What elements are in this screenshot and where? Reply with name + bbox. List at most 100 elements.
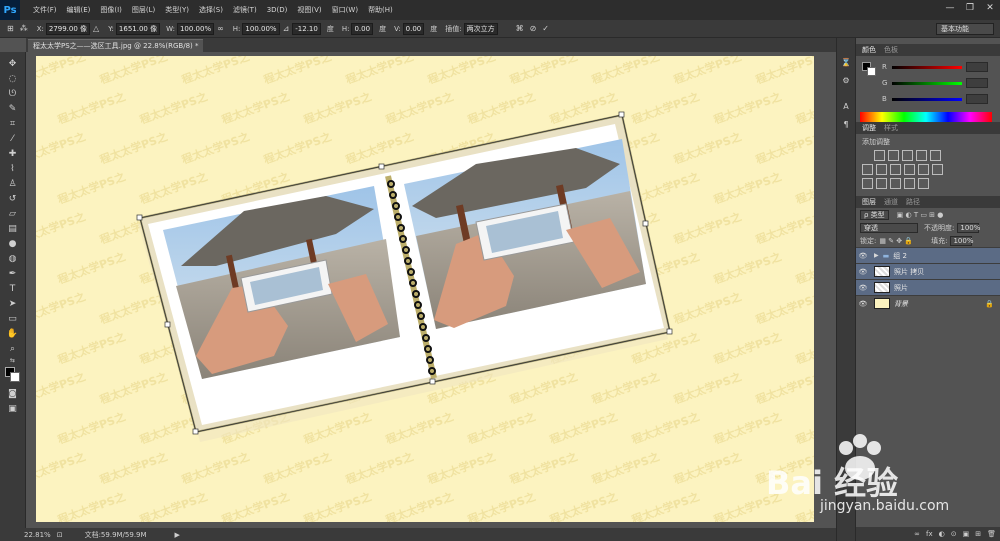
tab-color[interactable]: 颜色 xyxy=(862,45,876,55)
fill-field[interactable]: 100% xyxy=(950,235,973,246)
new-group-icon[interactable]: ▣ xyxy=(963,530,970,538)
blue-slider[interactable] xyxy=(892,97,962,101)
layer-filter-select[interactable]: ρ 类型 xyxy=(860,209,889,220)
layer-background[interactable]: 👁 背景 🔒 xyxy=(856,295,1000,311)
zoom-level[interactable]: 22.81% xyxy=(24,531,51,539)
layer-photo-copy[interactable]: 👁 照片 拷贝 xyxy=(856,263,1000,279)
trash-icon[interactable]: 🗑 xyxy=(987,530,996,538)
history-icon[interactable]: ⌛ xyxy=(839,58,853,70)
eraser-tool-icon[interactable]: ▱ xyxy=(4,206,22,221)
healing-brush-tool-icon[interactable]: ✚ xyxy=(4,146,22,161)
menu-file[interactable]: 文件(F) xyxy=(28,5,62,15)
crop-tool-icon[interactable]: ⌗ xyxy=(4,116,22,131)
menu-type[interactable]: 类型(Y) xyxy=(160,5,194,15)
red-slider[interactable] xyxy=(892,65,962,69)
width-field[interactable]: 100.00% xyxy=(176,22,215,35)
properties-icon[interactable]: ⚙ xyxy=(839,76,853,88)
layer-group-2[interactable]: 👁 ▶ ▬ 组 2 xyxy=(856,247,1000,263)
expand-arrow-icon[interactable]: ▶ xyxy=(874,252,879,259)
pen-tool-icon[interactable]: ✒ xyxy=(4,266,22,281)
levels-icon[interactable] xyxy=(888,150,899,161)
red-value[interactable] xyxy=(966,62,988,72)
color-swatches[interactable] xyxy=(4,366,22,386)
warp-icon[interactable]: ⌘ xyxy=(516,24,524,33)
type-tool-icon[interactable]: T xyxy=(4,281,22,296)
eyedropper-tool-icon[interactable]: ⁄ xyxy=(4,131,22,146)
visibility-eye-icon[interactable]: 👁 xyxy=(856,268,870,276)
quick-select-tool-icon[interactable]: ✎ xyxy=(4,101,22,116)
dodge-tool-icon[interactable]: ◍ xyxy=(4,251,22,266)
transform-handle-bottom-mid[interactable] xyxy=(429,378,436,385)
visibility-eye-icon[interactable]: 👁 xyxy=(856,252,870,260)
filter-icons[interactable]: ▣ ◐ T ▭ ⊞ ● xyxy=(897,211,944,219)
transform-handle-right-mid[interactable] xyxy=(642,220,649,227)
invert-icon[interactable] xyxy=(862,178,873,189)
black-white-icon[interactable] xyxy=(890,164,901,175)
interpolation-select[interactable]: 两次立方 xyxy=(463,22,498,35)
visibility-eye-icon[interactable]: 👁 xyxy=(856,300,870,308)
document-tab[interactable]: 程太太学PS之——选区工具.jpg @ 22.8%(RGB/8) * × xyxy=(28,39,203,63)
panel-background-color[interactable] xyxy=(867,67,876,76)
new-layer-icon[interactable]: ⊞ xyxy=(975,530,981,538)
lasso-tool-icon[interactable]: ᘎ xyxy=(4,86,22,101)
angle-field[interactable]: -12.10 xyxy=(292,22,321,35)
hue-saturation-icon[interactable] xyxy=(862,164,873,175)
link-icon[interactable]: ∞ xyxy=(217,24,224,33)
menu-window[interactable]: 窗口(W) xyxy=(327,5,363,15)
commit-transform-icon[interactable]: ✓ xyxy=(542,24,549,33)
cancel-transform-icon[interactable]: ⊘ xyxy=(530,24,537,33)
channel-mixer-icon[interactable] xyxy=(918,164,929,175)
lock-icons[interactable]: ▦ ✎ ✥ 🔒 xyxy=(879,237,913,245)
curves-icon[interactable] xyxy=(902,150,913,161)
path-selection-tool-icon[interactable]: ➤ xyxy=(4,296,22,311)
status-menu-arrow-icon[interactable]: ▶ xyxy=(175,531,180,539)
mask-icon[interactable]: ◐ xyxy=(939,530,945,538)
screen-mode-icon[interactable]: ▣ xyxy=(4,401,22,416)
vskew-field[interactable]: 0.00 xyxy=(402,22,425,35)
paragraph-icon[interactable]: ¶ xyxy=(839,120,853,132)
shape-tool-icon[interactable]: ▭ xyxy=(4,311,22,326)
menu-image[interactable]: 图像(I) xyxy=(95,5,127,15)
height-field[interactable]: 100.00% xyxy=(242,22,280,35)
menu-layer[interactable]: 图层(L) xyxy=(127,5,160,15)
green-slider[interactable] xyxy=(892,81,962,85)
color-lookup-icon[interactable] xyxy=(932,164,943,175)
x-field[interactable]: 2799.00 像 xyxy=(45,22,91,35)
gradient-map-icon[interactable] xyxy=(904,178,915,189)
quick-mask-icon[interactable]: ◙ xyxy=(4,386,22,401)
character-icon[interactable]: A xyxy=(839,102,853,114)
layer-style-icon[interactable]: fx xyxy=(926,530,933,538)
transform-handle-top-right[interactable] xyxy=(618,111,625,118)
close-button[interactable]: ✕ xyxy=(980,0,1000,16)
green-value[interactable] xyxy=(966,78,988,88)
opacity-field[interactable]: 100% xyxy=(957,222,980,233)
zoom-tool-icon[interactable]: ⌕ xyxy=(4,341,22,356)
transform-handle-top-mid[interactable] xyxy=(378,163,385,170)
transform-handle-bottom-left[interactable] xyxy=(192,428,199,435)
move-tool-icon[interactable]: ✥ xyxy=(4,56,22,71)
hand-tool-icon[interactable]: ✋ xyxy=(4,326,22,341)
hskew-field[interactable]: 0.00 xyxy=(351,22,374,35)
adjustment-layer-icon[interactable]: ⊙ xyxy=(951,530,957,538)
transform-handle-top-left[interactable] xyxy=(136,214,143,221)
menu-filter[interactable]: 滤镜(T) xyxy=(228,5,262,15)
tab-styles[interactable]: 样式 xyxy=(884,123,898,133)
tab-paths[interactable]: 路径 xyxy=(906,197,920,207)
blue-value[interactable] xyxy=(966,94,988,104)
swap-colors-icon[interactable]: ⇆ xyxy=(4,356,22,364)
marquee-tool-icon[interactable]: ◌ xyxy=(4,71,22,86)
tab-layers[interactable]: 图层 xyxy=(862,197,876,207)
transform-tool-icon[interactable]: ⊞ xyxy=(7,24,14,33)
tab-channels[interactable]: 通道 xyxy=(884,197,898,207)
exposure-icon[interactable] xyxy=(916,150,927,161)
brightness-icon[interactable] xyxy=(874,150,885,161)
menu-edit[interactable]: 编辑(E) xyxy=(62,5,96,15)
workspace-select[interactable]: 基本功能 xyxy=(936,23,994,35)
menu-select[interactable]: 选择(S) xyxy=(194,5,228,15)
menu-3d[interactable]: 3D(D) xyxy=(262,6,293,14)
maximize-button[interactable]: ❐ xyxy=(960,0,980,16)
reference-point-icon[interactable]: ⁂ xyxy=(20,24,28,33)
y-field[interactable]: 1651.00 像 xyxy=(115,22,161,35)
transform-handle-bottom-right[interactable] xyxy=(666,328,673,335)
transform-handle-left-mid[interactable] xyxy=(164,321,171,328)
